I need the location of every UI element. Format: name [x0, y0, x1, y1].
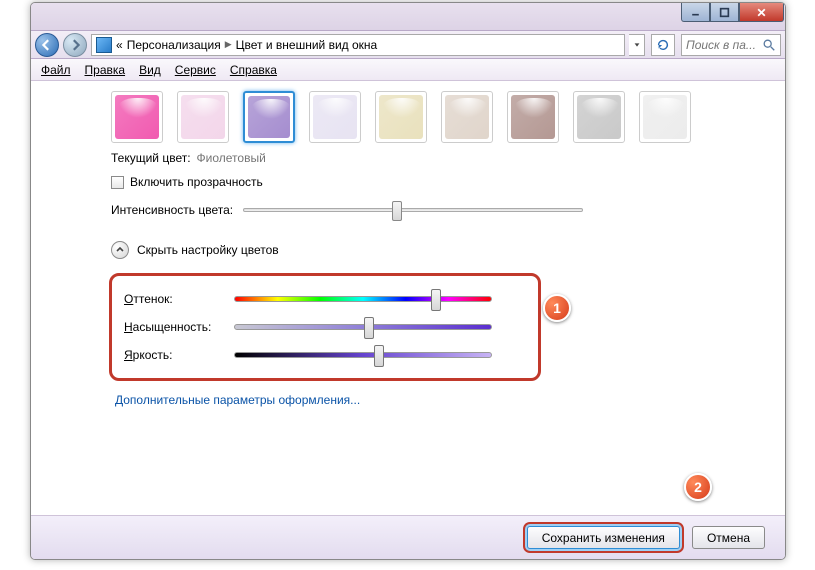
breadcrumb-page[interactable]: Цвет и внешний вид окна — [236, 38, 378, 52]
breadcrumb-separator-icon: ▶ — [225, 39, 232, 50]
color-swatch-4[interactable] — [375, 91, 427, 143]
advanced-appearance-link[interactable]: Дополнительные параметры оформления... — [115, 393, 360, 407]
annotation-badge-2: 2 — [684, 473, 712, 501]
transparency-label[interactable]: Включить прозрачность — [130, 175, 263, 189]
color-swatch-7[interactable] — [573, 91, 625, 143]
search-box[interactable] — [681, 34, 781, 56]
color-swatch-5[interactable] — [441, 91, 493, 143]
menu-file[interactable]: Файл — [41, 63, 71, 77]
back-button[interactable] — [35, 33, 59, 57]
toggle-color-mixer[interactable] — [111, 241, 129, 259]
hue-label: ООттенок:ттенок: — [124, 292, 234, 306]
close-button[interactable] — [739, 3, 784, 22]
intensity-slider[interactable] — [243, 208, 583, 212]
path-dropdown[interactable] — [629, 34, 645, 56]
brightness-slider[interactable] — [234, 352, 492, 358]
forward-button[interactable] — [63, 33, 87, 57]
color-swatch-0[interactable] — [111, 91, 163, 143]
brightness-label: Яркость: — [124, 348, 234, 362]
navbar: « Персонализация ▶ Цвет и внешний вид ок… — [31, 31, 785, 59]
annotation-badge-1: 1 — [543, 294, 571, 322]
saturation-label: Насыщенность: — [124, 320, 234, 334]
titlebar — [31, 3, 785, 31]
color-swatch-2[interactable] — [243, 91, 295, 143]
save-button[interactable]: Сохранить изменения — [527, 526, 680, 549]
cancel-button[interactable]: Отмена — [692, 526, 765, 549]
menu-tools[interactable]: Сервис — [175, 63, 216, 77]
color-swatch-3[interactable] — [309, 91, 361, 143]
breadcrumb[interactable]: « Персонализация ▶ Цвет и внешний вид ок… — [91, 34, 625, 56]
transparency-checkbox[interactable] — [111, 176, 124, 189]
footer: Сохранить изменения Отмена — [31, 515, 785, 559]
intensity-label: Интенсивность цвета: — [111, 203, 233, 217]
saturation-slider[interactable] — [234, 324, 492, 330]
color-swatch-1[interactable] — [177, 91, 229, 143]
color-swatch-6[interactable] — [507, 91, 559, 143]
minimize-button[interactable] — [681, 3, 710, 22]
color-swatches — [111, 91, 765, 143]
maximize-button[interactable] — [710, 3, 739, 22]
search-icon — [762, 38, 776, 52]
breadcrumb-prefix: « — [116, 38, 123, 52]
menubar: Файл Правка Вид Сервис Справка — [31, 59, 785, 81]
page-icon — [96, 37, 112, 53]
menu-edit[interactable]: Правка — [85, 63, 126, 77]
hue-slider[interactable] — [234, 296, 492, 302]
refresh-button[interactable] — [651, 34, 675, 56]
color-mixer: ООттенок:ттенок: Насыщенность: Яркость: — [109, 273, 541, 381]
menu-view[interactable]: Вид — [139, 63, 161, 77]
color-swatch-8[interactable] — [639, 91, 691, 143]
breadcrumb-root[interactable]: Персонализация — [127, 38, 221, 52]
menu-help[interactable]: Справка — [230, 63, 277, 77]
toggle-label[interactable]: Скрыть настройку цветов — [137, 243, 279, 257]
content: Текущий цвет: Фиолетовый Включить прозра… — [31, 81, 785, 515]
current-color-value: Фиолетовый — [197, 151, 266, 165]
current-color-label: Текущий цвет: — [111, 151, 191, 165]
search-input[interactable] — [686, 38, 762, 52]
window: « Персонализация ▶ Цвет и внешний вид ок… — [30, 2, 786, 560]
